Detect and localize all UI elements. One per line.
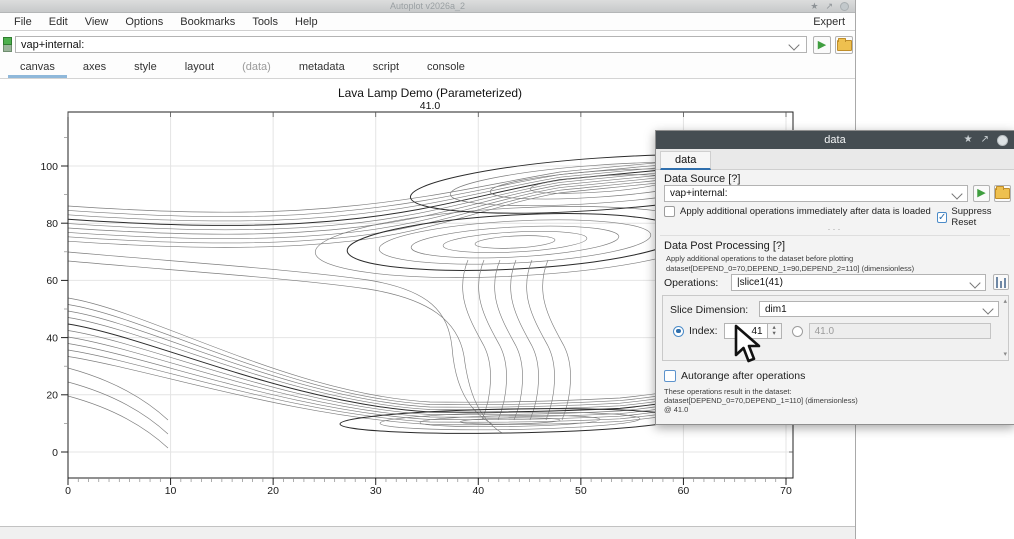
suppress-reset-checkbox[interactable]: ✓ (937, 212, 947, 223)
apply-immediately-label: Apply additional operations immediately … (680, 206, 931, 217)
slice-dimension-value: dim1 (765, 304, 787, 315)
svg-text:0: 0 (52, 447, 58, 459)
svg-text:100: 100 (40, 161, 58, 173)
slice-dimension-label: Slice Dimension: (670, 304, 748, 316)
spinner-down-icon[interactable]: ▾ (772, 331, 775, 337)
folder-icon (995, 188, 1010, 199)
result-context: @ 41.0 (664, 405, 688, 414)
apply-immediately-checkbox-row[interactable]: Apply additional operations immediately … (664, 206, 931, 217)
svg-text:50: 50 (575, 485, 587, 497)
status-bar (0, 526, 855, 539)
operations-input[interactable]: |slice1(41) (731, 274, 986, 291)
play-icon: ▶ (977, 188, 985, 199)
svg-text:40: 40 (472, 485, 484, 497)
data-dialog: data ★ ↗ data Data Source [?] vap+intern… (655, 130, 1014, 425)
chevron-down-icon[interactable] (951, 188, 962, 199)
autorange-label: Autorange after operations (681, 370, 805, 382)
operation-editor-panel: ▴ ▾ Slice Dimension: dim1 Index: 41 ▴ ▾ … (662, 295, 1009, 361)
pin-icon[interactable]: ★ (964, 131, 973, 149)
post-processing-hint: Apply additional operations to the datas… (666, 254, 853, 263)
result-intro: These operations result in the dataset: (664, 387, 792, 396)
dialog-file-browse-button[interactable] (994, 185, 1011, 202)
svg-text:80: 80 (46, 218, 58, 230)
mouse-cursor (733, 324, 767, 366)
data-source-heading[interactable]: Data Source [?] (664, 173, 740, 185)
value-radio[interactable] (792, 326, 803, 337)
svg-text:20: 20 (267, 485, 279, 497)
autorange-checkbox-row[interactable]: Autorange after operations (664, 370, 805, 382)
svg-text:60: 60 (678, 485, 690, 497)
autorange-checkbox[interactable] (664, 370, 676, 382)
result-dataset: dataset[DEPEND_0=70,DEPEND_1=110] (dimen… (664, 396, 858, 405)
plot-subtitle: 41.0 (420, 100, 441, 112)
sliders-icon (996, 277, 1006, 288)
input-dataset-summary: dataset[DEPEND_0=70,DEPEND_1=90,DEPEND_2… (666, 264, 914, 273)
resize-icon[interactable]: ↗ (981, 131, 989, 149)
index-label: Index: (689, 325, 718, 337)
index-radio[interactable] (673, 326, 684, 337)
plot-title: Lava Lamp Demo (Parameterized) (338, 86, 522, 100)
dialog-titlebar[interactable]: data ★ ↗ (656, 131, 1014, 149)
dialog-uri-value: vap+internal: (670, 188, 728, 199)
post-processing-heading[interactable]: Data Post Processing [?] (664, 240, 785, 252)
dialog-tab-row: data (656, 149, 1014, 170)
section-divider (660, 235, 1010, 236)
chevron-down-icon[interactable] (982, 303, 993, 314)
apply-immediately-checkbox[interactable] (664, 206, 675, 217)
dialog-go-button[interactable]: ▶ (973, 185, 990, 202)
index-row: Index: 41 ▴ ▾ 41.0 (673, 323, 991, 339)
splitter-handle[interactable]: ··· (656, 225, 1014, 233)
svg-text:20: 20 (46, 390, 58, 402)
svg-text:60: 60 (46, 275, 58, 287)
scroll-down-icon[interactable]: ▾ (1003, 351, 1007, 358)
dialog-uri-input[interactable]: vap+internal: (664, 185, 968, 202)
index-spinner-buttons[interactable]: ▴ ▾ (768, 323, 782, 339)
operations-label: Operations: (664, 277, 718, 289)
scroll-up-icon[interactable]: ▴ (1003, 298, 1007, 305)
chevron-down-icon[interactable] (969, 277, 980, 288)
operations-picker-button[interactable] (993, 274, 1009, 290)
value-input-disabled: 41.0 (809, 323, 991, 339)
operations-value: |slice1(41) (737, 277, 783, 288)
window-menu-icon[interactable] (997, 135, 1008, 146)
svg-text:40: 40 (46, 332, 58, 344)
value-text: 41.0 (815, 326, 834, 337)
dialog-title: data (824, 134, 845, 146)
svg-text:70: 70 (780, 485, 792, 497)
svg-text:0: 0 (65, 485, 71, 497)
slice-dimension-select[interactable]: dim1 (759, 301, 999, 317)
svg-text:10: 10 (165, 485, 177, 497)
svg-text:30: 30 (370, 485, 382, 497)
tab-data[interactable]: data (660, 151, 711, 170)
